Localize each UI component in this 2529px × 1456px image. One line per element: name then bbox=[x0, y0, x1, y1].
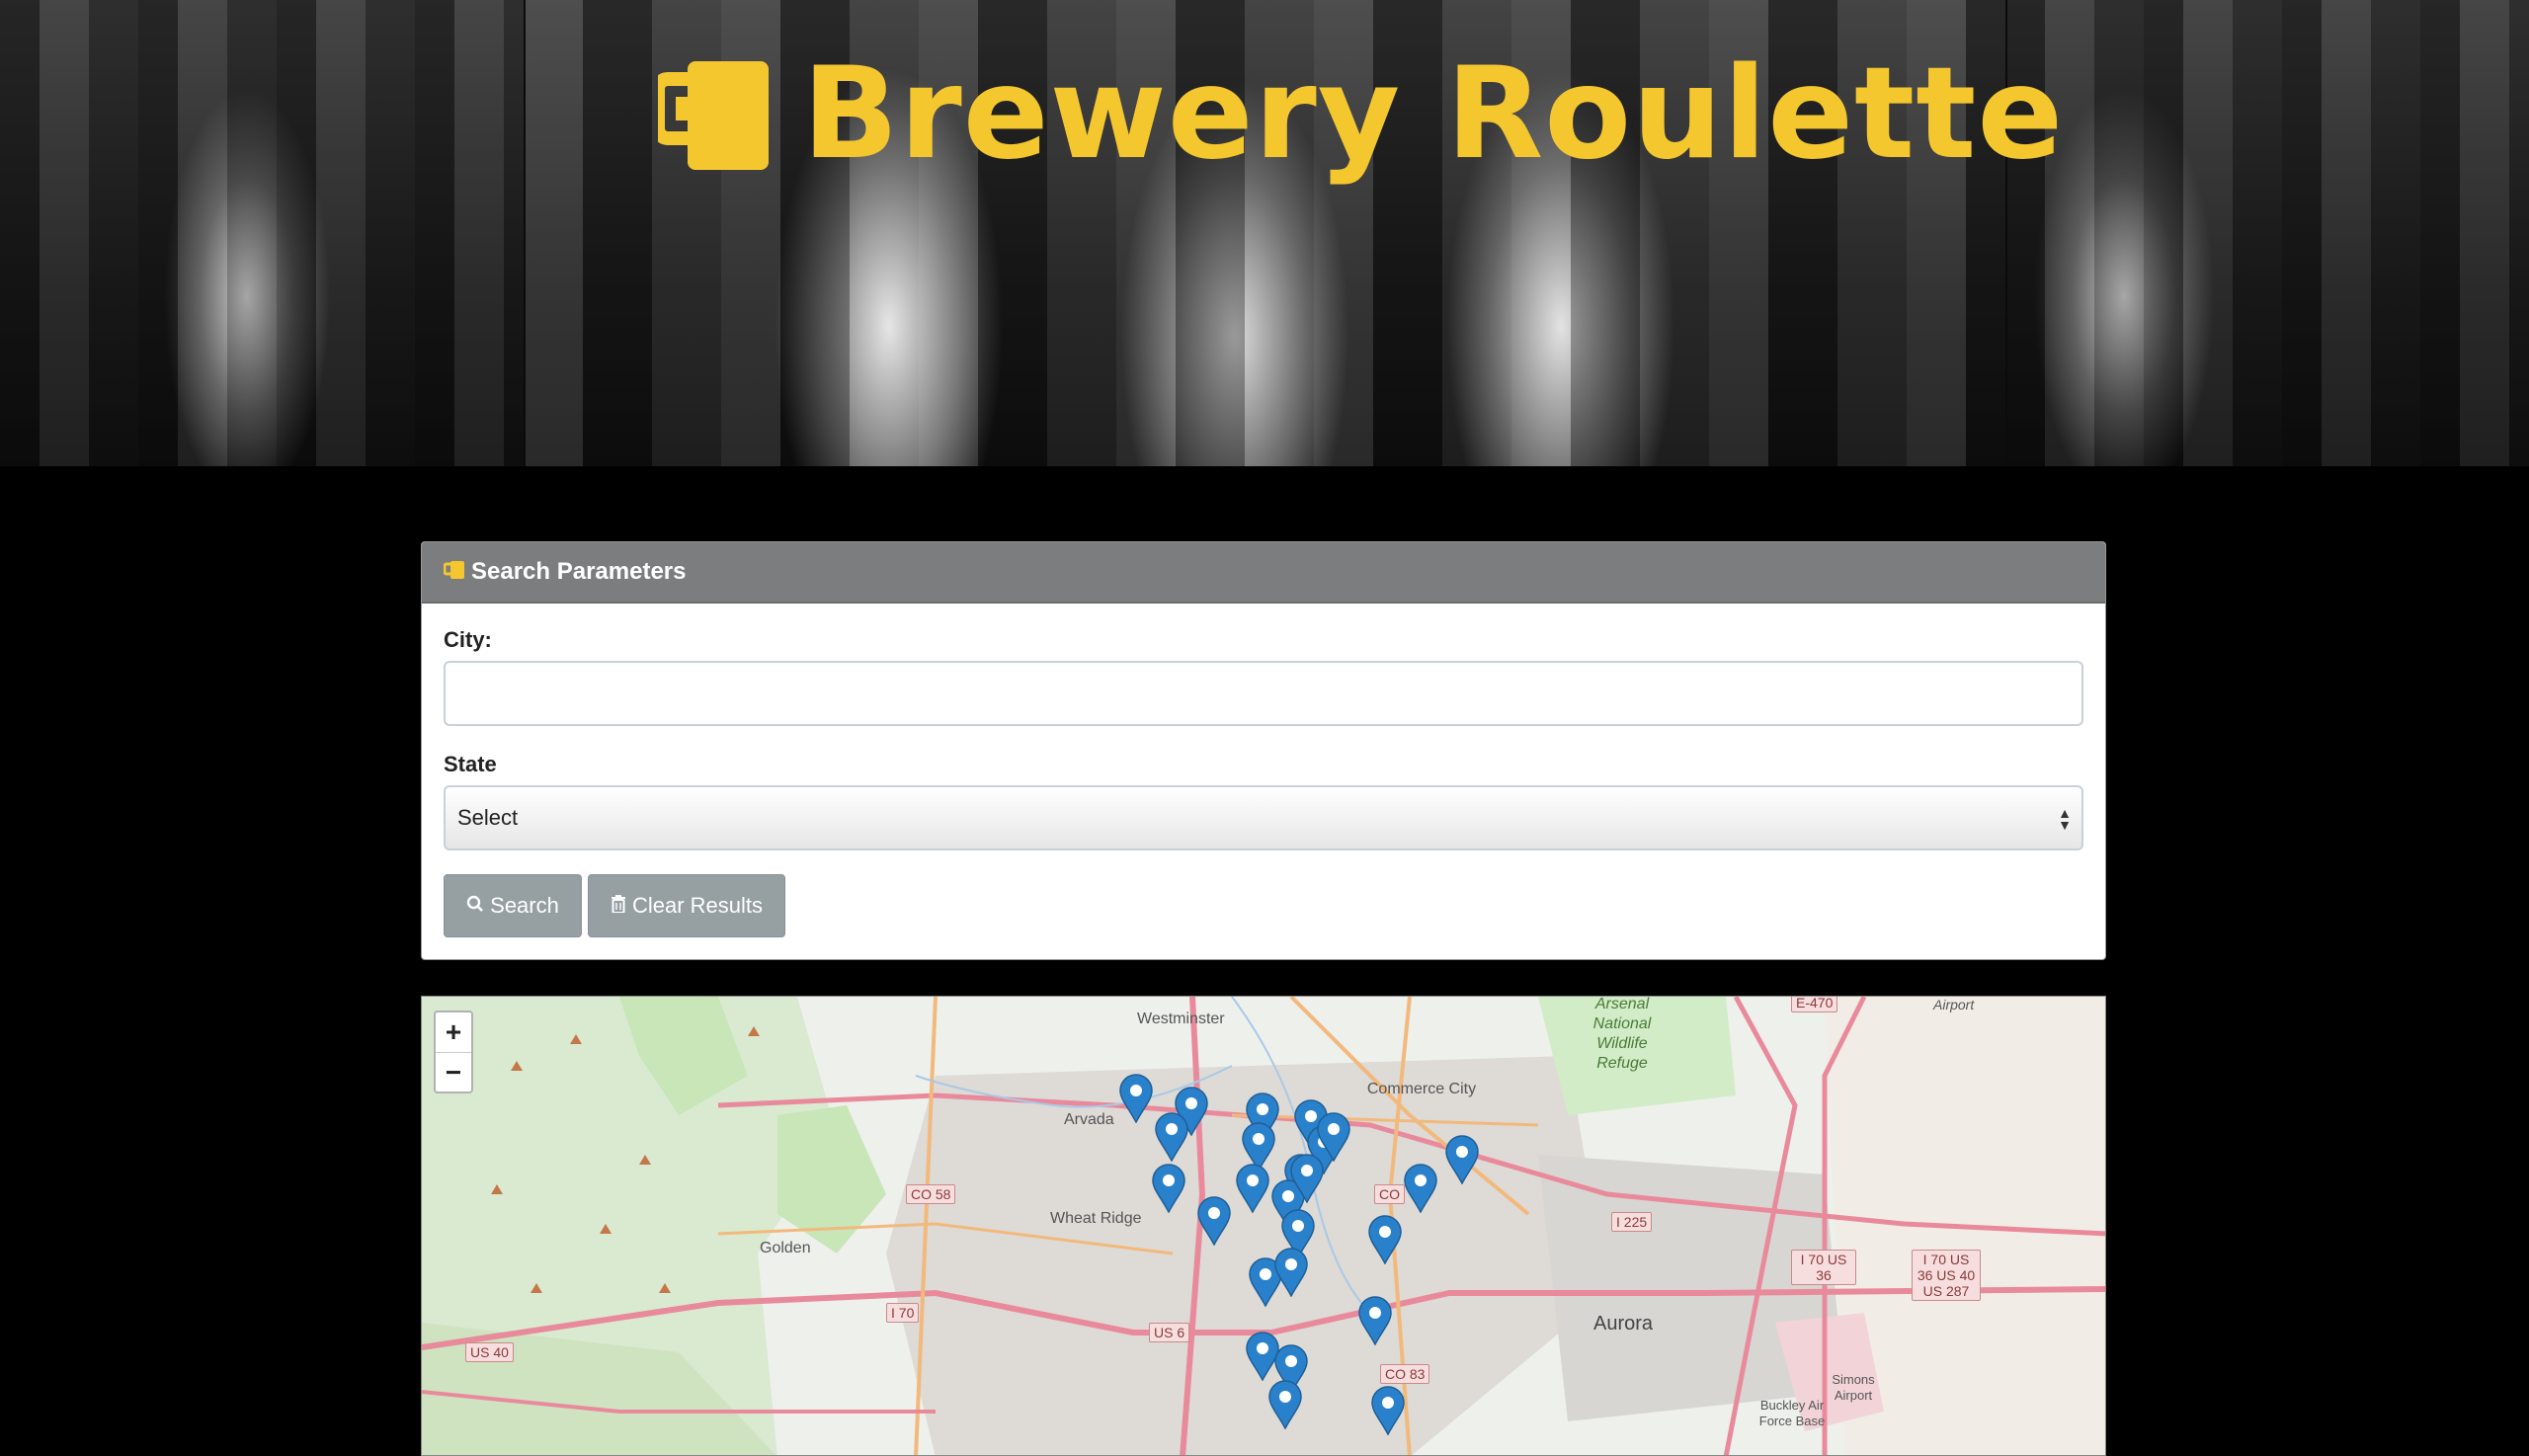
beer-mug-icon bbox=[651, 53, 776, 176]
select-arrows-icon: ▲ ▼ bbox=[2058, 805, 2072, 833]
map-marker-pin[interactable] bbox=[1357, 1296, 1393, 1346]
map-marker-pin[interactable] bbox=[1235, 1164, 1270, 1214]
road-shield: CO bbox=[1374, 1184, 1405, 1204]
map-place-label: Buckley Air Force Base bbox=[1758, 1398, 1826, 1428]
map-marker-pin[interactable] bbox=[1196, 1195, 1232, 1247]
search-panel-header: Search Parameters bbox=[422, 542, 2105, 604]
map-marker-pin[interactable] bbox=[1267, 1379, 1303, 1430]
search-icon bbox=[466, 893, 484, 919]
hero-photo-right bbox=[2005, 0, 2529, 466]
map-marker-pin[interactable] bbox=[1367, 1215, 1403, 1265]
city-input[interactable] bbox=[444, 661, 2083, 726]
zoom-in-button[interactable]: + bbox=[436, 1012, 471, 1053]
search-button-label: Search bbox=[490, 893, 559, 918]
map-place-label: Aurora bbox=[1593, 1313, 1654, 1335]
road-shield: CO 83 bbox=[1380, 1364, 1430, 1384]
city-label: City: bbox=[444, 627, 492, 652]
map-marker-pin[interactable] bbox=[1151, 1164, 1186, 1214]
state-select[interactable]: Select ▲ ▼ bbox=[444, 785, 2083, 850]
map-marker-pin[interactable] bbox=[1316, 1112, 1351, 1163]
map-place-label: Arsenal National Wildlife Refuge bbox=[1592, 996, 1652, 1072]
map-place-label: Simons Airport bbox=[1832, 1372, 1875, 1403]
road-shield: US 6 bbox=[1149, 1323, 1190, 1342]
road-shield: I 225 bbox=[1611, 1212, 1653, 1232]
state-select-value: Select bbox=[457, 805, 519, 830]
map-place-label: Arvada bbox=[1064, 1111, 1114, 1128]
map-marker-pin[interactable] bbox=[1273, 1248, 1309, 1298]
search-button[interactable]: Search bbox=[444, 874, 582, 937]
hero-seam bbox=[524, 0, 526, 466]
road-shield: E-470 bbox=[1791, 997, 1838, 1012]
brewery-map[interactable]: + − Westminster Commerce City Arvada Whe… bbox=[421, 996, 2106, 1456]
trash-icon bbox=[611, 893, 626, 919]
map-place-label: Golden bbox=[760, 1240, 811, 1256]
map-place-label: Wheat Ridge bbox=[1050, 1210, 1142, 1227]
map-marker-pin[interactable] bbox=[1444, 1134, 1480, 1185]
road-shield: I 70 US 36 bbox=[1791, 1250, 1856, 1285]
hero-banner: Brewery Roulette bbox=[0, 0, 2529, 466]
map-place-label: Airport bbox=[1933, 997, 1975, 1012]
clear-results-button[interactable]: Clear Results bbox=[588, 874, 785, 937]
map-marker-pin[interactable] bbox=[1154, 1112, 1189, 1163]
road-shield: US 40 bbox=[465, 1342, 514, 1362]
clear-button-label: Clear Results bbox=[631, 893, 764, 918]
road-shield: CO 58 bbox=[906, 1184, 956, 1204]
road-shield: I 70 US 36 US 40 US 287 bbox=[1912, 1250, 1981, 1301]
state-label: State bbox=[444, 752, 497, 776]
map-marker-pin[interactable] bbox=[1118, 1073, 1154, 1124]
map-place-label: Commerce City bbox=[1366, 1081, 1477, 1097]
search-panel-title: Search Parameters bbox=[471, 558, 687, 585]
map-marker-pin[interactable] bbox=[1370, 1386, 1406, 1436]
map-marker-pin[interactable] bbox=[1403, 1164, 1438, 1214]
road-shield: I 70 bbox=[886, 1303, 920, 1323]
site-title: Brewery Roulette bbox=[651, 40, 2065, 188]
zoom-control: + − bbox=[434, 1011, 473, 1093]
hero-photo-left bbox=[0, 0, 524, 466]
search-panel: Search Parameters City: State Select ▲ ▼ … bbox=[421, 541, 2106, 960]
map-place-label: Westminster bbox=[1137, 1011, 1225, 1027]
page-title: Brewery Roulette bbox=[802, 40, 2065, 188]
beer-mug-icon bbox=[443, 559, 465, 586]
zoom-out-button[interactable]: − bbox=[436, 1053, 471, 1092]
